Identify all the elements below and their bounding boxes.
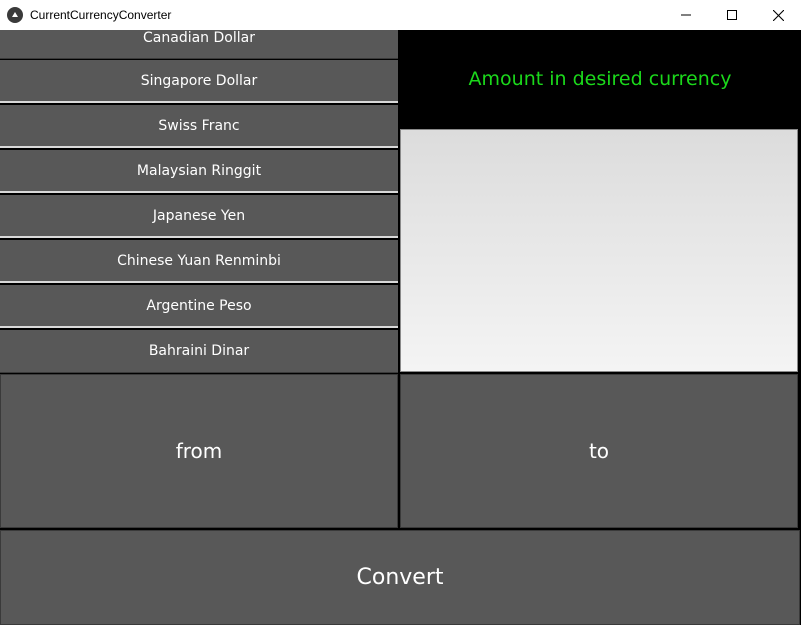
close-icon (772, 9, 784, 21)
currency-option-malaysian-ringgit[interactable]: Malaysian Ringgit (0, 150, 398, 193)
minimize-icon (681, 14, 691, 16)
currency-option-bahraini-dinar[interactable]: Bahraini Dinar (0, 330, 398, 373)
title-bar: CurrentCurrencyConverter (0, 0, 801, 30)
app-window: CurrentCurrencyConverter Canadian Dollar… (0, 0, 801, 625)
window-title: CurrentCurrencyConverter (30, 8, 172, 22)
window-controls (663, 0, 801, 30)
result-label: Amount in desired currency (400, 30, 800, 128)
close-button[interactable] (755, 0, 801, 30)
from-button[interactable]: from (0, 374, 398, 528)
maximize-icon (727, 10, 737, 20)
currency-option-canadian-dollar[interactable]: Canadian Dollar (0, 30, 398, 59)
currency-option-singapore-dollar[interactable]: Singapore Dollar (0, 60, 398, 103)
currency-option-japanese-yen[interactable]: Japanese Yen (0, 195, 398, 238)
app-icon (7, 7, 23, 23)
maximize-button[interactable] (709, 0, 755, 30)
currency-option-argentine-peso[interactable]: Argentine Peso (0, 285, 398, 328)
minimize-button[interactable] (663, 0, 709, 30)
convert-button[interactable]: Convert (0, 530, 800, 625)
result-display (400, 129, 798, 372)
currency-option-chinese-yuan-renminbi[interactable]: Chinese Yuan Renminbi (0, 240, 398, 283)
to-button[interactable]: to (400, 374, 798, 528)
currency-option-swiss-franc[interactable]: Swiss Franc (0, 105, 398, 148)
